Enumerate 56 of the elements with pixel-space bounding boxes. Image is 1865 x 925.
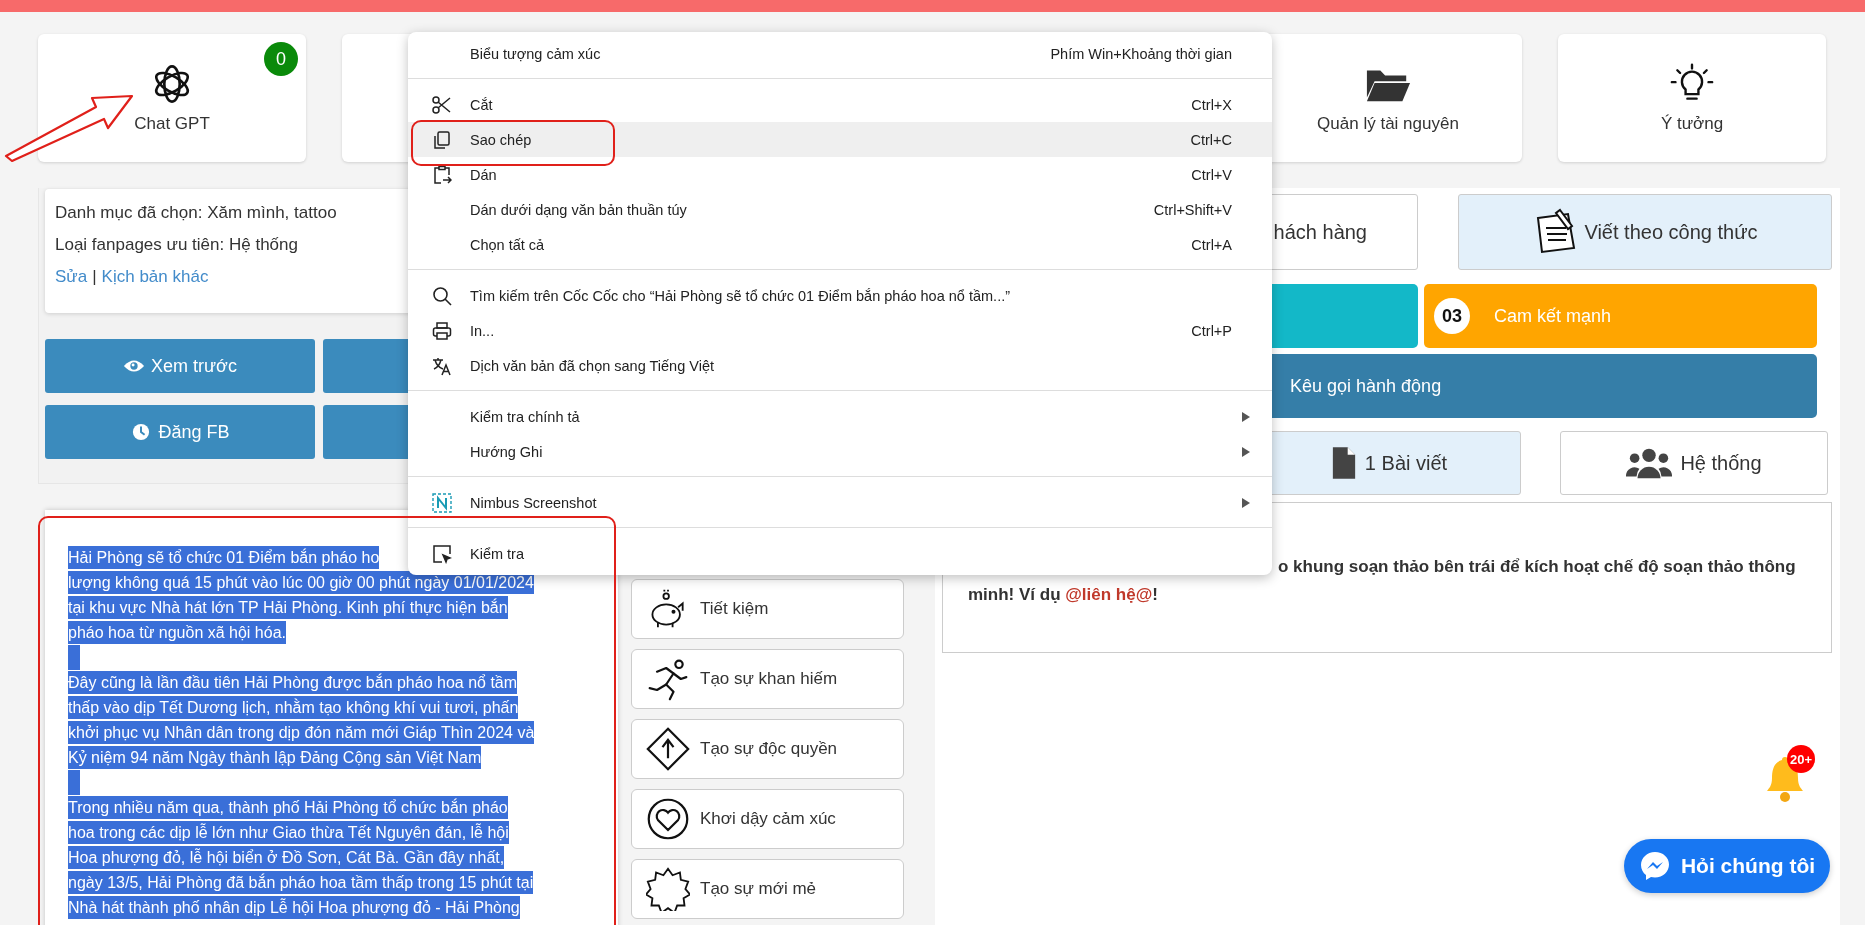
menu-item[interactable]: Chọn tất cả Ctrl+A <box>408 227 1272 262</box>
runner-icon <box>646 657 690 701</box>
edit-link[interactable]: Sửa <box>55 267 88 287</box>
category-text: Danh mục đã chọn: Xăm mình, tattoo <box>55 203 337 223</box>
paste-icon <box>432 164 452 185</box>
shortcut-text: Ctrl+X <box>1191 96 1232 113</box>
menu-item[interactable]: In... Ctrl+P <box>408 313 1272 348</box>
shortcut-text: Ctrl+P <box>1191 322 1232 339</box>
inspect-icon <box>432 543 452 564</box>
step-label: Kêu gọi hành động <box>1290 375 1442 397</box>
shortcut-text: Ctrl+A <box>1191 236 1232 253</box>
other-script-link[interactable]: Kịch bản khác <box>101 267 209 287</box>
strategy-button[interactable]: Tạo sự khan hiếm <box>631 649 904 709</box>
selected-paragraph: Đây cũng là lần đầu tiên Hải Phòng được bắn pháo hoa nổ tầm thấp vào dịp Tết Dương lịch, nhằm tạo không khí vui tươi, phấn khởi phục vụ Nhân dân trong dịp đón năm mới Giáp Thìn 2024 và Kỷ niệm 94 năm Ngày thành lập Đảng Cộng sản Việt Nam <box>68 670 595 770</box>
scope-tab[interactable]: Hệ thống <box>1560 431 1828 495</box>
printer-icon <box>432 320 452 341</box>
strategy-button[interactable]: Tiết kiệm <box>631 579 904 639</box>
nimbus-icon <box>432 492 452 513</box>
tool-card[interactable]: Chat GPT 0 <box>38 34 306 162</box>
starburst-icon <box>646 867 690 911</box>
step-label: Cam kết mạnh <box>1494 305 1612 327</box>
card-label: Quản lý tài nguyên <box>1317 114 1459 134</box>
file-icon <box>1330 445 1357 481</box>
selection-highlight <box>68 645 80 670</box>
fanpage-text: Loại fanpages ưu tiên: Hệ thống <box>55 235 298 255</box>
action-button[interactable]: Xem trước <box>45 339 315 393</box>
search-icon <box>432 285 452 306</box>
chat-button[interactable]: Hỏi chúng tôi <box>1624 839 1830 893</box>
selected-paragraph: Trong nhiều năm qua, thành phố Hải Phòng tổ chức bắn pháo hoa trong các dịp lễ lớn như Giao thừa Tết Nguyên đán, lễ hội Hoa phượng đỏ, lễ hội biển ở Đồ Sơn, Cát Bà. Gần đây nhất, ngày 13/5, Hải Phòng đã bắn pháo hoa tầm thấp trong 15 phút tại Nhà hát thành phố nhân dịp Lễ hội Hoa phượng đỏ - Hải Phòng <box>68 795 595 920</box>
users-icon <box>1626 447 1673 479</box>
step-number: 03 <box>1434 298 1470 334</box>
strategy-button[interactable]: Tạo sự mới mẻ <box>631 859 904 919</box>
shortcut-text: Ctrl+Shift+V <box>1153 201 1232 218</box>
shortcut-text: Ctrl+C <box>1190 131 1232 148</box>
notification-bell[interactable]: 20+ <box>1765 745 1825 805</box>
strategy-button[interactable]: Tạo sự độc quyền <box>631 719 904 779</box>
scissors-icon <box>432 94 452 115</box>
card-label: Chat GPT <box>134 114 210 134</box>
copy-icon <box>432 129 452 150</box>
menu-item[interactable]: Dán dưới dạng văn bản thuần túy Ctrl+Shift+V <box>408 192 1272 227</box>
shortcut-text: Phím Win+Khoảng thời gian <box>1050 45 1232 62</box>
card-label: Ý tưởng <box>1660 114 1724 134</box>
shortcut-text: Ctrl+V <box>1191 166 1232 183</box>
tool-card[interactable]: Ý tưởng <box>1558 34 1826 162</box>
selection-highlight <box>68 770 80 795</box>
road-sign-icon <box>646 727 690 771</box>
mode-tab[interactable]: Viết theo công thức <box>1458 194 1832 270</box>
messenger-icon <box>1638 850 1671 882</box>
menu-item[interactable]: Sao chép Ctrl+C <box>408 122 1272 157</box>
strategy-button[interactable]: Khơi dậy cảm xúc <box>631 789 904 849</box>
step-bar[interactable]: 03 Cam kết mạnh <box>1424 284 1817 348</box>
action-button[interactable]: Đăng FB <box>45 405 315 459</box>
link-separator: | <box>92 267 97 287</box>
count-badge: 0 <box>264 42 298 76</box>
menu-item[interactable]: Tìm kiếm trên Cốc Cốc cho “Hải Phòng sẽ tổ chức 01 Điểm bắn pháo hoa nổ tầm...” <box>408 278 1272 313</box>
translate-icon <box>432 355 452 376</box>
